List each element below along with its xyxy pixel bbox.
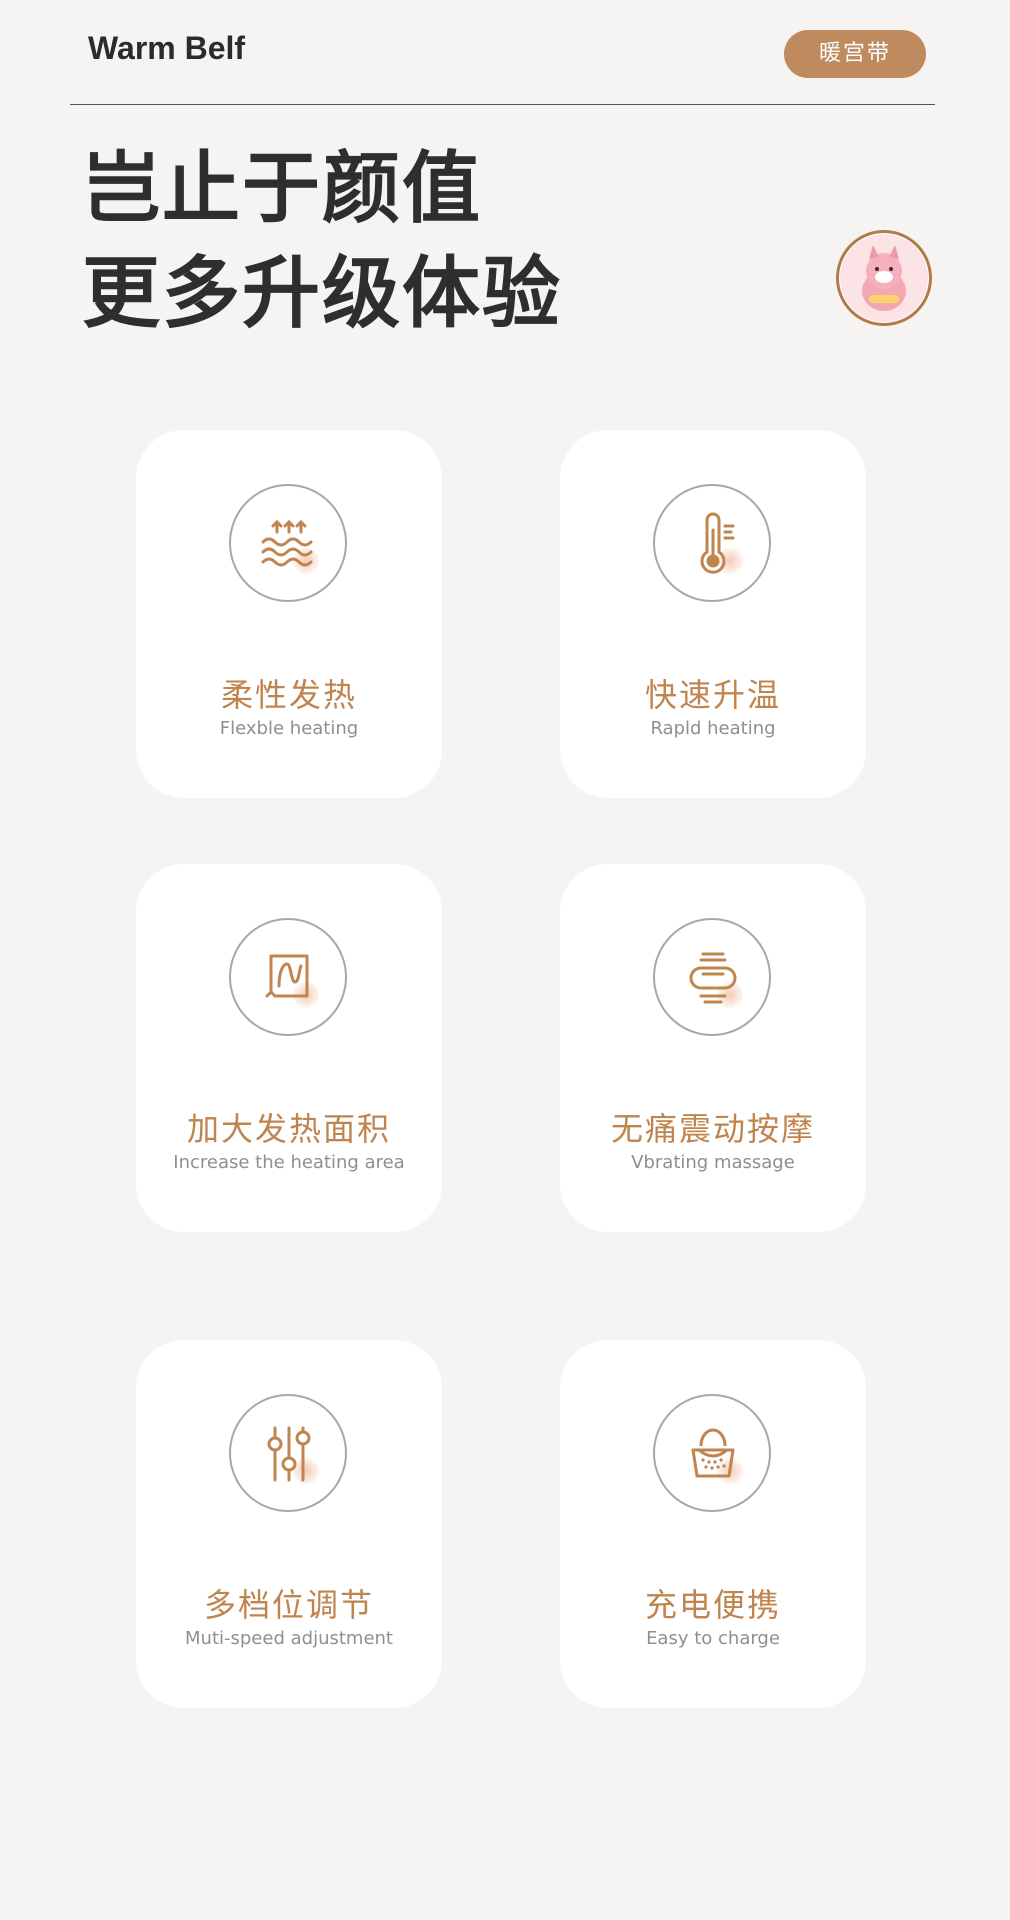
feature-icon-ring <box>229 918 347 1036</box>
feature-icon-ring <box>229 484 347 602</box>
feature-subtitle: Muti-speed adjustment <box>185 1628 393 1649</box>
feature-icon-ring <box>653 918 771 1036</box>
feature-title: 柔性发热 <box>220 676 357 714</box>
vibration-icon <box>689 952 737 1004</box>
feature-icon-ring <box>229 1394 347 1512</box>
feature-icon-ring <box>653 1394 771 1512</box>
feature-title: 充电便携 <box>644 1586 781 1624</box>
heat-waves-icon <box>261 519 313 567</box>
brand-name: Warm Belf <box>88 30 246 66</box>
feature-subtitle: Increase the heating area <box>173 1152 405 1173</box>
feature-card-vibrating-massage: 无痛震动按摩 Vbrating massage <box>560 864 866 1232</box>
feature-icon-ring <box>653 484 771 602</box>
feature-title: 加大发热面积 <box>186 1110 391 1148</box>
feature-card-multi-speed: 多档位调节 Muti-speed adjustment <box>136 1340 442 1708</box>
feature-card-easy-charge: 充电便携 Easy to charge <box>560 1340 866 1708</box>
thermometer-icon <box>700 512 735 574</box>
heating-area-icon <box>265 954 309 998</box>
sliders-icon <box>267 1426 311 1482</box>
feature-title: 无痛震动按摩 <box>610 1110 815 1148</box>
feature-subtitle: Easy to charge <box>646 1628 780 1649</box>
bag-icon <box>691 1428 735 1478</box>
feature-title: 快速升温 <box>644 676 781 714</box>
headline-line-2: 更多升级体验 <box>82 249 563 339</box>
feature-subtitle: Vbrating massage <box>631 1152 795 1173</box>
mascot-avatar <box>836 230 932 326</box>
category-tag[interactable]: 暖宫带 <box>784 30 926 78</box>
header-divider <box>70 104 935 105</box>
feature-subtitle: Rapld heating <box>650 718 776 739</box>
feature-title: 多档位调节 <box>203 1586 374 1624</box>
feature-subtitle: Flexble heating <box>219 718 359 739</box>
feature-card-flexible-heating: 柔性发热 Flexble heating <box>136 430 442 798</box>
feature-card-heating-area: 加大发热面积 Increase the heating area <box>136 864 442 1232</box>
feature-card-rapid-heating: 快速升温 Rapld heating <box>560 430 866 798</box>
headline-line-1: 岂止于颜值 <box>82 144 483 234</box>
